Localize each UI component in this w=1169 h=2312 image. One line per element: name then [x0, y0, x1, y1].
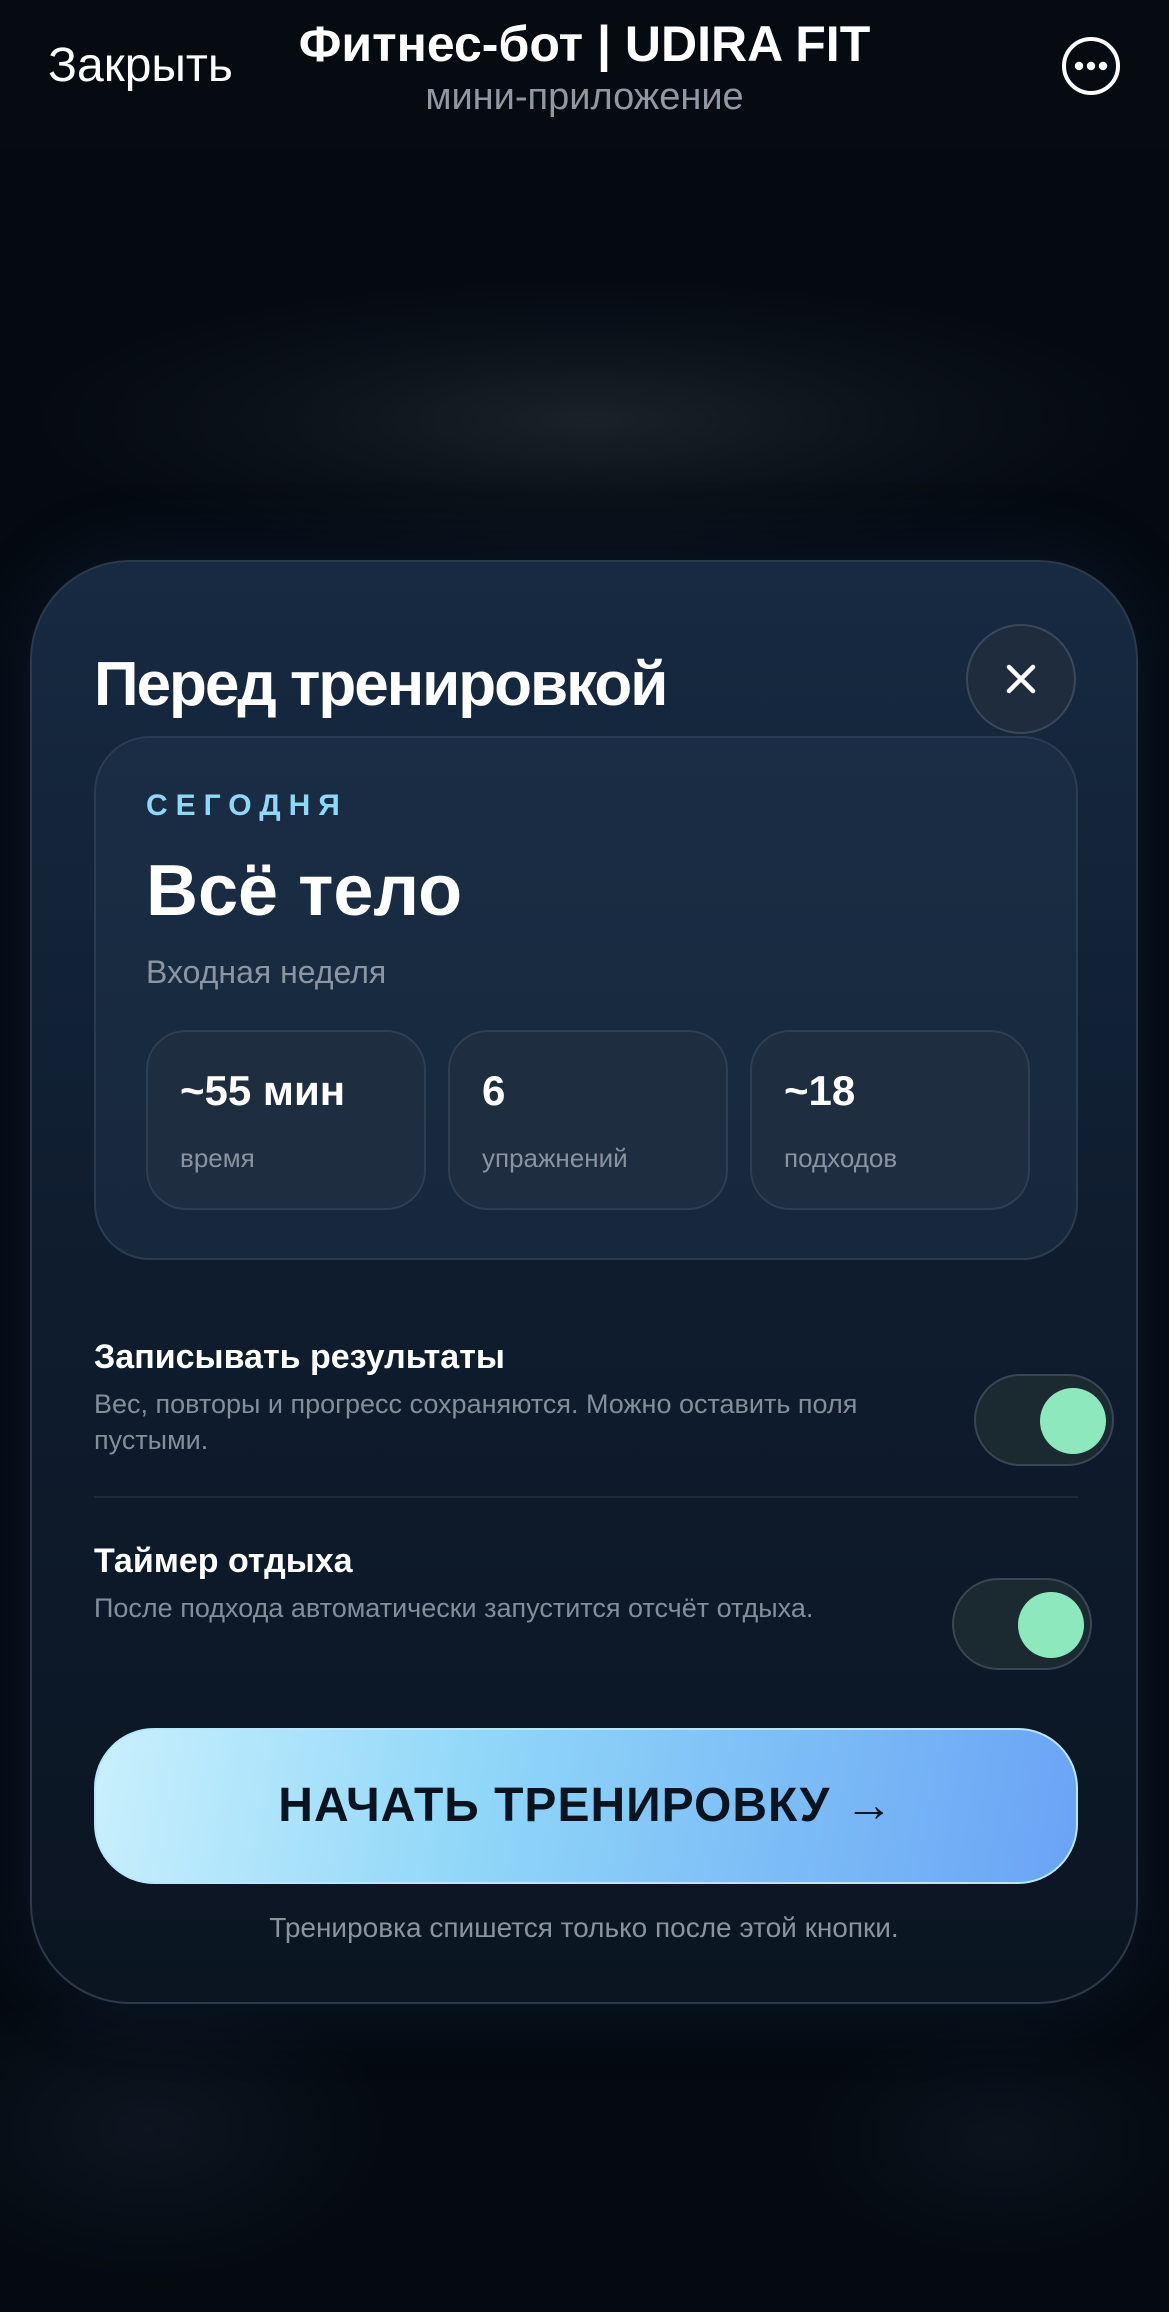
start-note: Тренировка спишется только после этой кн… — [269, 1912, 899, 1943]
app-subtitle: мини-приложение — [425, 76, 744, 118]
stat-value: ~18 — [784, 1067, 856, 1114]
divider — [94, 1496, 1078, 1498]
stat-value: 6 — [482, 1067, 506, 1114]
stat-sets: ~18 подходов — [750, 1030, 1030, 1210]
today-label: СЕГОДНЯ — [146, 789, 348, 822]
rest-timer-toggle[interactable] — [952, 1578, 1092, 1670]
setting-description: После подхода автоматически запустится о… — [94, 1593, 814, 1623]
stat-label: время — [180, 1143, 255, 1173]
app-title: Фитнес-бот | UDIRA FIT — [298, 16, 871, 72]
screen: Закрыть Фитнес-бот | UDIRA FIT мини-прил… — [0, 0, 1169, 2312]
stat-duration: ~55 мин время — [146, 1030, 426, 1210]
app-header: Закрыть Фитнес-бот | UDIRA FIT мини-прил… — [0, 0, 1169, 150]
start-workout-button[interactable]: НАЧАТЬ ТРЕНИРОВКУ → — [94, 1728, 1078, 1884]
today-workout-card: СЕГОДНЯ Всё тело Входная неделя ~55 мин … — [94, 736, 1078, 1260]
stat-label: упражнений — [482, 1143, 628, 1173]
setting-description: Вес, повторы и прогресс сохраняются. Мож… — [94, 1389, 858, 1455]
stat-value: ~55 мин — [180, 1067, 346, 1114]
toggle-knob — [1018, 1592, 1084, 1658]
modal-title: Перед тренировкой — [94, 650, 668, 719]
modal-close-button[interactable] — [966, 624, 1076, 734]
setting-title: Записывать результаты — [94, 1338, 505, 1376]
close-icon — [1006, 664, 1036, 694]
start-workout-label: НАЧАТЬ ТРЕНИРОВКУ → — [278, 1779, 894, 1832]
stat-label: подходов — [784, 1143, 898, 1173]
stat-exercises: 6 упражнений — [448, 1030, 728, 1210]
workout-subtitle: Входная неделя — [146, 954, 387, 990]
record-results-toggle[interactable] — [974, 1374, 1114, 1466]
more-dots-icon — [1074, 61, 1108, 71]
pre-workout-modal: Перед тренировкой СЕГОДНЯ Всё тело Входн… — [30, 560, 1138, 2004]
more-button[interactable] — [1062, 37, 1120, 95]
setting-title: Таймер отдыха — [94, 1542, 353, 1580]
toggle-knob — [1040, 1388, 1106, 1454]
workout-name: Всё тело — [146, 851, 463, 931]
